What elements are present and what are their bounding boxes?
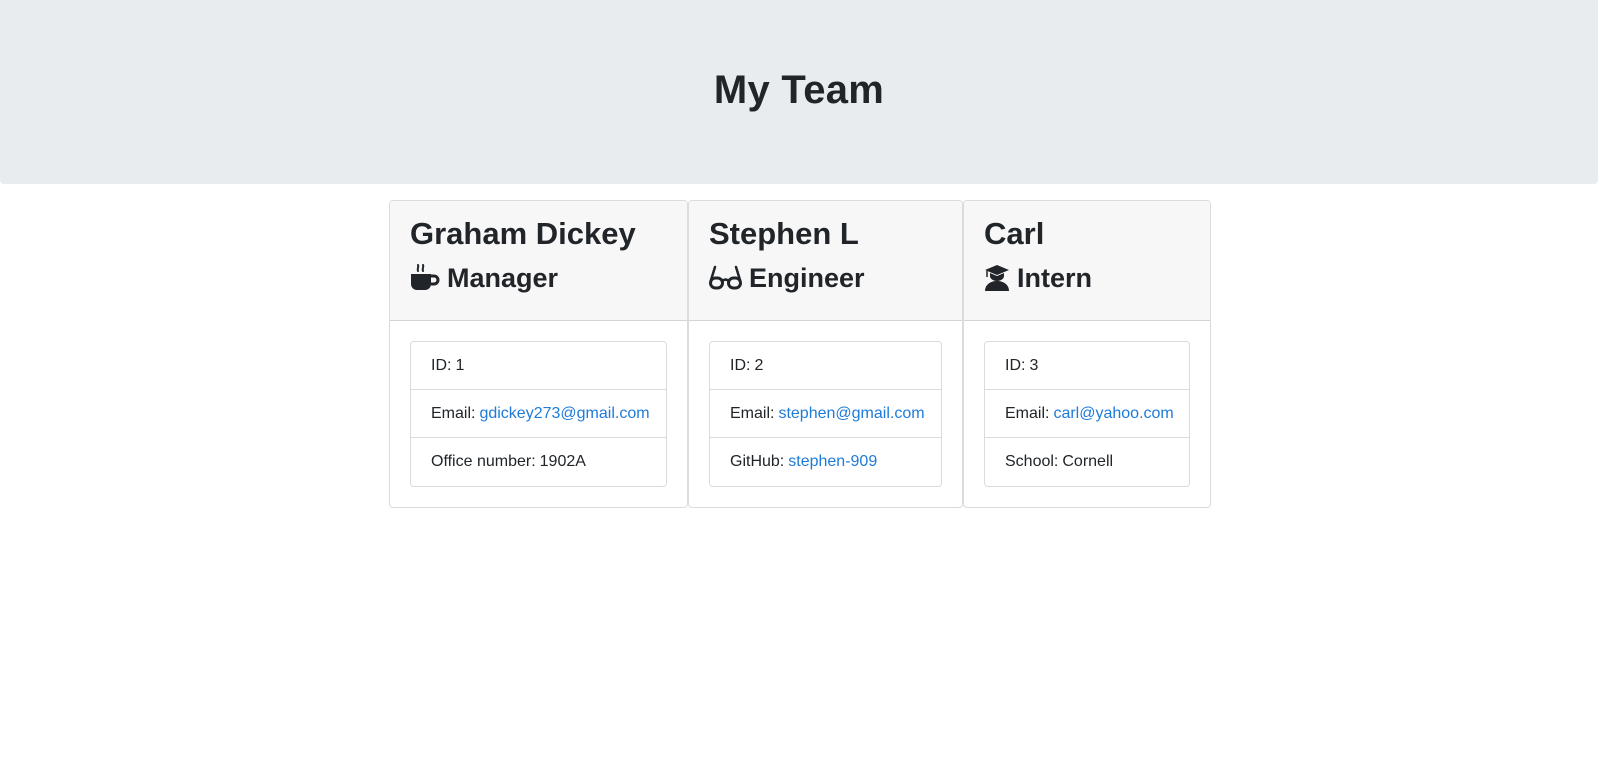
employee-role: Intern <box>984 261 1190 295</box>
employee-card-manager: Graham Dickey Manager ID: 1 Email: gdick… <box>389 200 688 508</box>
github-row: GitHub: stephen-909 <box>710 438 941 486</box>
id-label: ID: <box>1005 356 1026 374</box>
role-label: Engineer <box>749 263 865 293</box>
office-number-row: Office number: 1902A <box>411 438 666 486</box>
info-list: ID: 1 Email: gdickey273@gmail.com Office… <box>410 341 667 487</box>
id-value: 3 <box>1029 356 1039 374</box>
mug-hot-icon <box>410 264 440 292</box>
employee-name: Stephen L <box>709 216 859 251</box>
card-header: Graham Dickey Manager <box>390 201 687 321</box>
email-row: Email: gdickey273@gmail.com <box>411 390 666 438</box>
email-link[interactable]: gdickey273@gmail.com <box>479 405 649 423</box>
office-number-value: 1902A <box>539 453 586 470</box>
school-row: School: Cornell <box>985 438 1189 486</box>
role-label: Intern <box>1017 263 1093 293</box>
jumbotron-header: My Team <box>0 0 1598 184</box>
office-number-label: Office number: <box>431 453 536 470</box>
card-header: Carl Intern <box>964 201 1210 321</box>
employee-name: Carl <box>984 216 1045 251</box>
id-value: 2 <box>754 356 764 374</box>
role-label: Manager <box>447 263 559 293</box>
employee-role: Engineer <box>709 261 942 295</box>
employee-card-engineer: Stephen L Engineer ID: 2 Email: stephen@… <box>688 200 963 508</box>
email-link[interactable]: carl@yahoo.com <box>1053 405 1173 423</box>
info-list: ID: 2 Email: stephen@gmail.com GitHub: s… <box>709 341 942 487</box>
employee-name: Graham Dickey <box>410 216 636 251</box>
email-link[interactable]: stephen@gmail.com <box>778 405 924 423</box>
github-label: GitHub: <box>730 453 785 470</box>
email-label: Email: <box>730 404 775 422</box>
card-body: ID: 1 Email: gdickey273@gmail.com Office… <box>390 321 687 487</box>
user-graduate-icon <box>984 264 1010 292</box>
id-label: ID: <box>431 356 452 374</box>
glasses-icon <box>709 264 742 292</box>
school-value: Cornell <box>1062 453 1114 470</box>
id-label: ID: <box>730 356 751 374</box>
id-row: ID: 3 <box>985 342 1189 390</box>
email-row: Email: stephen@gmail.com <box>710 390 941 438</box>
id-row: ID: 1 <box>411 342 666 390</box>
info-list: ID: 3 Email: carl@yahoo.com School: Corn… <box>984 341 1190 487</box>
email-row: Email: carl@yahoo.com <box>985 390 1189 438</box>
card-header: Stephen L Engineer <box>689 201 962 321</box>
page-title: My Team <box>713 68 885 112</box>
school-label: School: <box>1005 453 1059 470</box>
id-value: 1 <box>455 356 465 374</box>
employee-role: Manager <box>410 261 667 295</box>
github-link[interactable]: stephen-909 <box>788 453 877 471</box>
card-body: ID: 3 Email: carl@yahoo.com School: Corn… <box>964 321 1210 487</box>
id-row: ID: 2 <box>710 342 941 390</box>
employee-card-intern: Carl Intern ID: 3 Email: carl@yahoo.com … <box>963 200 1211 508</box>
email-label: Email: <box>1005 404 1050 422</box>
email-label: Email: <box>431 404 476 422</box>
card-body: ID: 2 Email: stephen@gmail.com GitHub: s… <box>689 321 962 487</box>
